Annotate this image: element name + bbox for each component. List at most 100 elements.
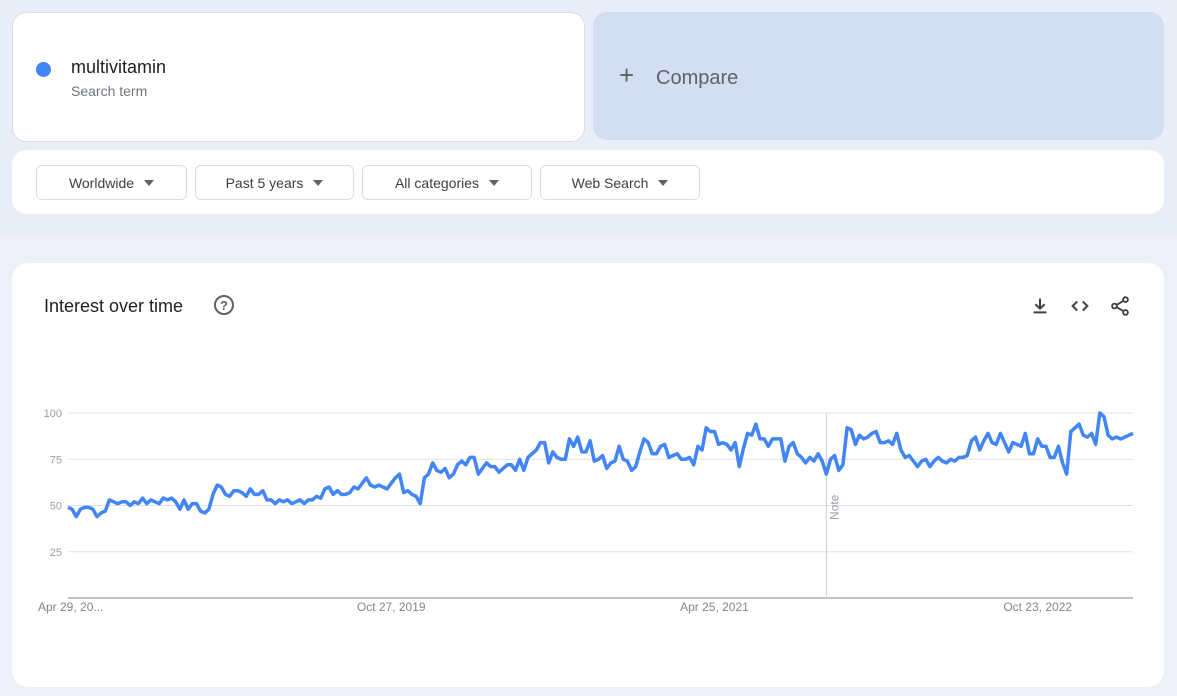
- data-point[interactable]: [406, 489, 410, 493]
- data-point[interactable]: [211, 492, 215, 496]
- data-point[interactable]: [841, 463, 845, 467]
- data-point[interactable]: [120, 500, 124, 504]
- data-point[interactable]: [505, 463, 509, 467]
- data-point[interactable]: [240, 491, 244, 495]
- data-point[interactable]: [522, 468, 526, 472]
- data-point[interactable]: [837, 468, 841, 472]
- data-point[interactable]: [878, 441, 882, 445]
- data-point[interactable]: [1094, 442, 1098, 446]
- data-point[interactable]: [543, 441, 547, 445]
- data-point[interactable]: [779, 437, 783, 441]
- data-point[interactable]: [957, 455, 961, 459]
- data-point[interactable]: [302, 502, 306, 506]
- data-point[interactable]: [377, 483, 381, 487]
- data-point[interactable]: [642, 437, 646, 441]
- data-point[interactable]: [103, 509, 107, 513]
- data-point[interactable]: [398, 472, 402, 476]
- data-point[interactable]: [128, 504, 132, 508]
- data-point[interactable]: [360, 481, 364, 485]
- data-point[interactable]: [265, 498, 269, 502]
- data-point[interactable]: [327, 485, 331, 489]
- data-point[interactable]: [717, 442, 721, 446]
- data-point[interactable]: [493, 465, 497, 469]
- data-point[interactable]: [932, 459, 936, 463]
- data-point[interactable]: [306, 498, 310, 502]
- data-point[interactable]: [261, 489, 265, 493]
- data-point[interactable]: [273, 502, 277, 506]
- data-point[interactable]: [580, 450, 584, 454]
- data-point[interactable]: [688, 455, 692, 459]
- data-point[interactable]: [74, 515, 78, 519]
- data-point[interactable]: [969, 439, 973, 443]
- data-point[interactable]: [538, 441, 542, 445]
- data-point[interactable]: [949, 457, 953, 461]
- data-point[interactable]: [514, 468, 518, 472]
- data-point[interactable]: [232, 489, 236, 493]
- data-point[interactable]: [509, 463, 513, 467]
- data-point[interactable]: [87, 505, 91, 509]
- data-point[interactable]: [907, 454, 911, 458]
- data-point[interactable]: [924, 457, 928, 461]
- data-point[interactable]: [613, 459, 617, 463]
- data-point[interactable]: [186, 507, 190, 511]
- data-point[interactable]: [534, 448, 538, 452]
- data-point[interactable]: [547, 461, 551, 465]
- data-point[interactable]: [625, 459, 629, 463]
- data-point[interactable]: [953, 459, 957, 463]
- data-point[interactable]: [340, 492, 344, 496]
- data-point[interactable]: [1027, 452, 1031, 456]
- data-point[interactable]: [696, 444, 700, 448]
- data-point[interactable]: [298, 498, 302, 502]
- data-point[interactable]: [1023, 431, 1027, 435]
- data-point[interactable]: [559, 457, 563, 461]
- data-point[interactable]: [862, 437, 866, 441]
- data-point[interactable]: [1085, 435, 1089, 439]
- data-point[interactable]: [1110, 437, 1114, 441]
- data-point[interactable]: [480, 467, 484, 471]
- data-point[interactable]: [808, 455, 812, 459]
- data-point[interactable]: [1102, 415, 1106, 419]
- data-point[interactable]: [356, 487, 360, 491]
- data-point[interactable]: [352, 485, 356, 489]
- data-point[interactable]: [1081, 433, 1085, 437]
- data-point[interactable]: [182, 498, 186, 502]
- data-point[interactable]: [248, 487, 252, 491]
- data-point[interactable]: [596, 457, 600, 461]
- data-point[interactable]: [563, 457, 567, 461]
- data-point[interactable]: [1048, 455, 1052, 459]
- data-point[interactable]: [617, 444, 621, 448]
- data-point[interactable]: [236, 489, 240, 493]
- data-point[interactable]: [849, 428, 853, 432]
- data-point[interactable]: [107, 498, 111, 502]
- data-point[interactable]: [1015, 442, 1019, 446]
- data-point[interactable]: [741, 446, 745, 450]
- data-point[interactable]: [974, 435, 978, 439]
- data-point[interactable]: [675, 452, 679, 456]
- data-point[interactable]: [364, 476, 368, 480]
- data-point[interactable]: [708, 430, 712, 434]
- data-point[interactable]: [799, 455, 803, 459]
- data-point[interactable]: [667, 455, 671, 459]
- data-point[interactable]: [555, 455, 559, 459]
- data-point[interactable]: [870, 431, 874, 435]
- data-point[interactable]: [323, 487, 327, 491]
- data-point[interactable]: [335, 489, 339, 493]
- data-point[interactable]: [551, 450, 555, 454]
- data-point[interactable]: [704, 426, 708, 430]
- data-point[interactable]: [712, 430, 716, 434]
- data-point[interactable]: [601, 454, 605, 458]
- data-point[interactable]: [1032, 452, 1036, 456]
- data-point[interactable]: [381, 485, 385, 489]
- data-point[interactable]: [66, 505, 70, 509]
- data-point[interactable]: [737, 465, 741, 469]
- data-point[interactable]: [149, 498, 153, 502]
- data-point[interactable]: [443, 467, 447, 471]
- data-point[interactable]: [783, 459, 787, 463]
- data-point[interactable]: [472, 455, 476, 459]
- data-point[interactable]: [609, 461, 613, 465]
- series-line-multivitamin[interactable]: [67, 411, 1134, 519]
- data-point[interactable]: [464, 463, 468, 467]
- data-point[interactable]: [178, 507, 182, 511]
- data-point[interactable]: [671, 454, 675, 458]
- data-point[interactable]: [986, 431, 990, 435]
